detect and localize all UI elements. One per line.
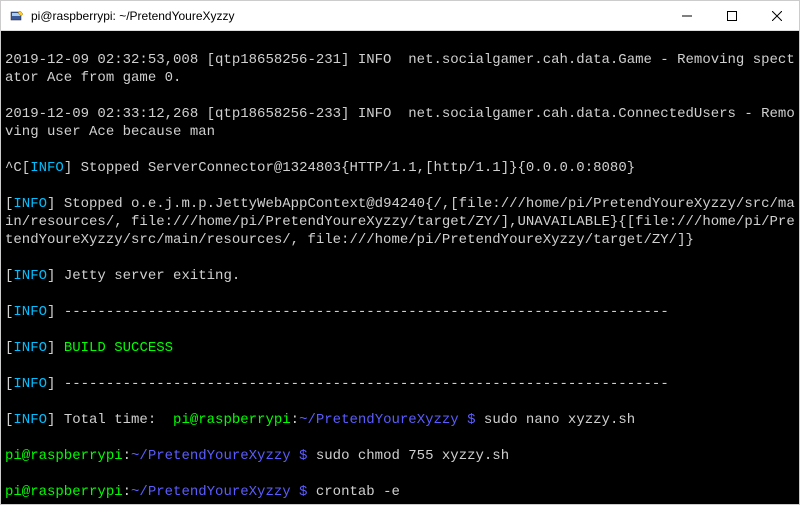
log-line: 2019-12-09 02:33:12,268 [qtp18658256-233…	[5, 105, 795, 141]
prompt-line: pi@raspberrypi:~/PretendYoureXyzzy $ sud…	[5, 447, 795, 465]
command: sudo chmod 755 xyzzy.sh	[307, 448, 509, 464]
terminal-body[interactable]: 2019-12-09 02:32:53,008 [qtp18658256-231…	[1, 31, 799, 504]
putty-icon	[9, 8, 25, 24]
minimize-button[interactable]	[664, 1, 709, 30]
log-line: [INFO] Jetty server exiting.	[5, 267, 795, 285]
prompt-path: ~/PretendYoureXyzzy $	[299, 412, 475, 428]
separator-line: [INFO] ---------------------------------…	[5, 375, 795, 393]
command: sudo nano xyzzy.sh	[476, 412, 636, 428]
prompt-path: ~/PretendYoureXyzzy $	[131, 448, 307, 464]
window-title: pi@raspberrypi: ~/PretendYoureXyzzy	[31, 9, 664, 23]
prompt-user: pi@raspberrypi	[5, 448, 123, 464]
close-button[interactable]	[754, 1, 799, 30]
separator-line: [INFO] ---------------------------------…	[5, 303, 795, 321]
prompt-line: [INFO] Total time: pi@raspberrypi:~/Pret…	[5, 411, 795, 429]
prompt-user: pi@raspberrypi	[5, 484, 123, 500]
build-success-line: [INFO] BUILD SUCCESS	[5, 339, 795, 357]
command: crontab -e	[307, 484, 399, 500]
prompt-user: pi@raspberrypi	[173, 412, 291, 428]
log-line: 2019-12-09 02:32:53,008 [qtp18658256-231…	[5, 51, 795, 87]
prompt-line: pi@raspberrypi:~/PretendYoureXyzzy $ cro…	[5, 483, 795, 501]
log-line: ^C[INFO] Stopped ServerConnector@1324803…	[5, 159, 795, 177]
prompt-path: ~/PretendYoureXyzzy $	[131, 484, 307, 500]
titlebar[interactable]: pi@raspberrypi: ~/PretendYoureXyzzy	[1, 1, 799, 31]
window-controls	[664, 1, 799, 30]
terminal-window: pi@raspberrypi: ~/PretendYoureXyzzy 2019…	[0, 0, 800, 505]
maximize-button[interactable]	[709, 1, 754, 30]
log-line: [INFO] Stopped o.e.j.m.p.JettyWebAppCont…	[5, 195, 795, 249]
